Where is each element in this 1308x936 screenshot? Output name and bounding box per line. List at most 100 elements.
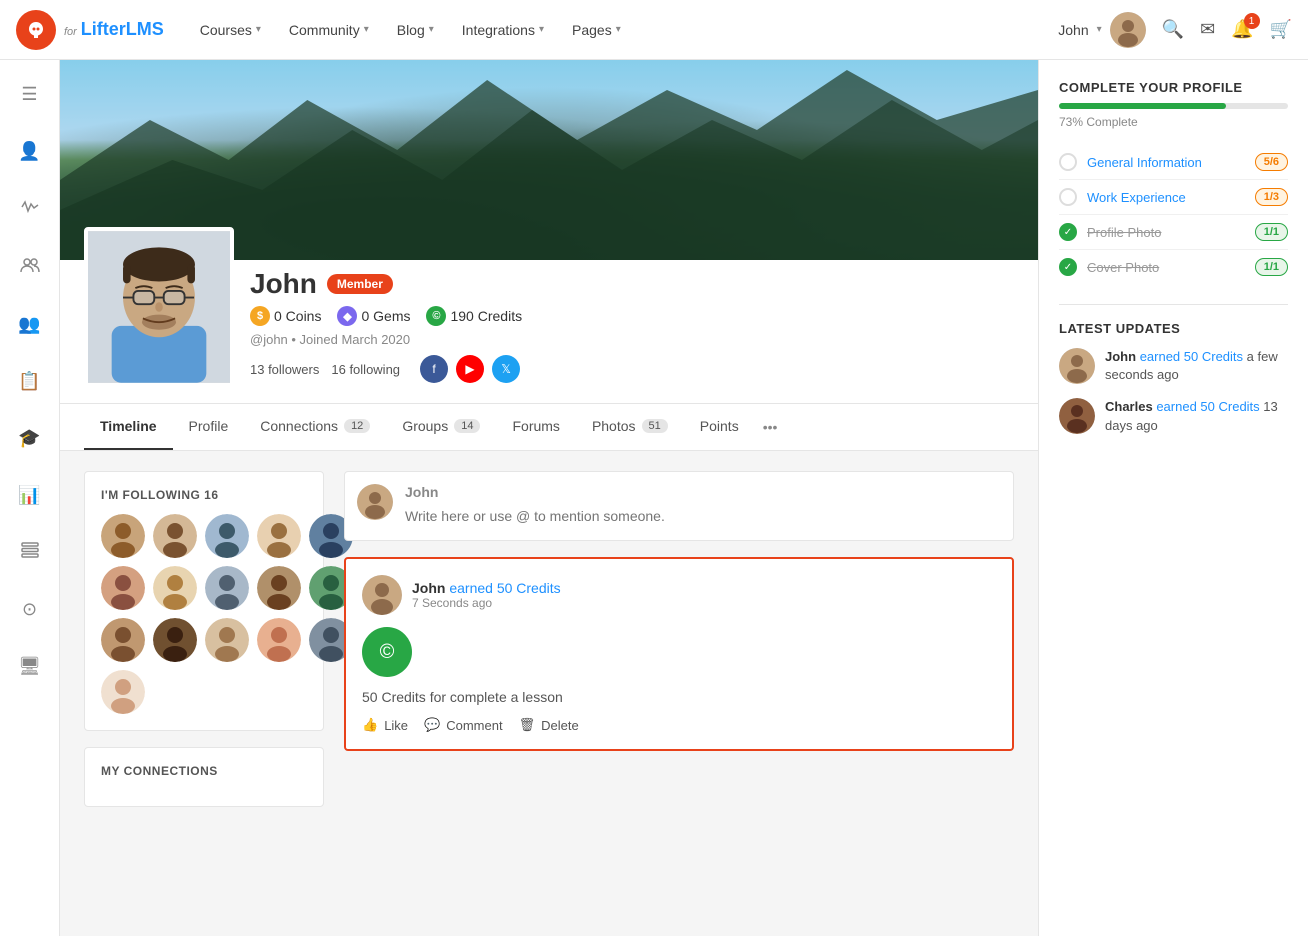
lu-user-1: John xyxy=(1105,349,1136,364)
tab-photos[interactable]: Photos 51 xyxy=(576,404,684,450)
two-col-layout: I'M FOLLOWING 16 xyxy=(60,451,1038,843)
sidebar-person-icon[interactable]: 👤 xyxy=(10,133,48,170)
twitter-icon[interactable]: 𝕏 xyxy=(492,355,520,383)
following-avatar-11[interactable] xyxy=(101,618,145,662)
tab-profile[interactable]: Profile xyxy=(173,404,245,450)
nav-right: John ▾ 🔍 ✉ 🔔 1 🛒 xyxy=(1058,12,1292,48)
sidebar-screen-icon[interactable]: 🖥 xyxy=(10,648,49,685)
tab-connections[interactable]: Connections 12 xyxy=(244,404,386,450)
nav-blog[interactable]: Blog ▾ xyxy=(385,14,446,46)
nav-user-name: John xyxy=(1058,22,1088,38)
sidebar-groups-icon[interactable] xyxy=(12,249,48,286)
sidebar-people-icon[interactable]: 👥 xyxy=(10,306,48,343)
left-column: I'M FOLLOWING 16 xyxy=(84,471,324,823)
cp-item-work[interactable]: Work Experience 1/3 xyxy=(1059,180,1288,215)
tab-timeline[interactable]: Timeline xyxy=(84,404,173,450)
following-avatar-4[interactable] xyxy=(257,514,301,558)
cp-item-photo[interactable]: ✓ Profile Photo 1/1 xyxy=(1059,215,1288,250)
facebook-icon[interactable]: f xyxy=(420,355,448,383)
post-compose: John xyxy=(344,471,1014,541)
lu-text-1: John earned 50 Credits a few seconds ago xyxy=(1105,348,1288,384)
cart-icon[interactable]: 🛒 xyxy=(1270,19,1292,40)
profile-avatar xyxy=(84,227,234,387)
notification-icon[interactable]: 🔔 1 xyxy=(1231,19,1253,40)
lu-action-1[interactable]: earned 50 Credits xyxy=(1140,349,1243,364)
logo[interactable]: for LifterLMS xyxy=(16,10,164,50)
nav-links: Courses ▾ Community ▾ Blog ▾ Integration… xyxy=(188,14,1059,46)
tab-points[interactable]: Points xyxy=(684,404,755,450)
youtube-icon[interactable]: ▶ xyxy=(456,355,484,383)
following-avatar-14[interactable] xyxy=(257,618,301,662)
cp-badge-cover: 1/1 xyxy=(1255,258,1288,276)
following-title: I'M FOLLOWING 16 xyxy=(101,488,307,502)
like-button[interactable]: 👍 Like xyxy=(362,717,408,733)
nav-pages[interactable]: Pages ▾ xyxy=(560,14,633,46)
profile-details: John Member $ 0 Coins ◆ 0 Gems xyxy=(250,268,1014,387)
post-time: 7 Seconds ago xyxy=(412,596,561,610)
main-wrapper: John Member $ 0 Coins ◆ 0 Gems xyxy=(60,60,1308,936)
post-user-name-line: John earned 50 Credits xyxy=(412,580,561,596)
following-avatar-8[interactable] xyxy=(205,566,249,610)
followers-count[interactable]: 13 followers xyxy=(250,362,319,377)
following-avatar-3[interactable] xyxy=(205,514,249,558)
cp-badge-work: 1/3 xyxy=(1255,188,1288,206)
nav-user[interactable]: John ▾ xyxy=(1058,12,1145,48)
tab-forums[interactable]: Forums xyxy=(496,404,575,450)
following-avatar-6[interactable] xyxy=(101,566,145,610)
logo-icon xyxy=(16,10,56,50)
post-header: John earned 50 Credits 7 Seconds ago xyxy=(362,575,996,615)
compose-input[interactable]: John xyxy=(405,484,1001,528)
following-avatar-13[interactable] xyxy=(205,618,249,662)
comment-button[interactable]: 💬 Comment xyxy=(424,717,503,733)
logo-text: for LifterLMS xyxy=(64,19,164,40)
tab-more[interactable]: ••• xyxy=(755,405,786,449)
delete-button[interactable]: 🗑 Delete xyxy=(519,717,579,733)
following-avatar-2[interactable] xyxy=(153,514,197,558)
sidebar-menu-icon[interactable]: ☰ xyxy=(13,76,45,113)
photos-count: 51 xyxy=(642,419,668,433)
post-actions: 👍 Like 💬 Comment 🗑 Delete xyxy=(362,717,996,733)
nav-community[interactable]: Community ▾ xyxy=(277,14,381,46)
search-icon[interactable]: 🔍 xyxy=(1162,19,1184,40)
cp-badge-general: 5/6 xyxy=(1255,153,1288,171)
sidebar-graduation-icon[interactable]: 🎓 xyxy=(10,420,48,457)
nav-avatar xyxy=(1110,12,1146,48)
profile-social: 13 followers 16 following f ▶ 𝕏 xyxy=(250,355,1014,383)
following-count[interactable]: 16 following xyxy=(331,362,400,377)
nav-courses[interactable]: Courses ▾ xyxy=(188,14,273,46)
tab-groups[interactable]: Groups 14 xyxy=(386,404,496,450)
credits-label: 190 Credits xyxy=(450,308,522,324)
post-credit-badge: © xyxy=(362,627,412,677)
connections-count: 12 xyxy=(344,419,370,433)
connections-box: MY CONNECTIONS xyxy=(84,747,324,807)
cp-title: COMPLETE YOUR PROFILE xyxy=(1059,80,1288,95)
notification-badge: 1 xyxy=(1244,13,1260,29)
cp-item-general[interactable]: General Information 5/6 xyxy=(1059,145,1288,180)
following-avatar-1[interactable] xyxy=(101,514,145,558)
like-label: Like xyxy=(384,718,408,733)
sidebar-tasks-icon[interactable] xyxy=(13,534,47,571)
comment-icon: 💬 xyxy=(424,717,440,733)
comment-label: Comment xyxy=(446,718,502,733)
following-avatar-16[interactable] xyxy=(101,670,145,714)
mail-icon[interactable]: ✉ xyxy=(1200,19,1215,40)
lu-avatar-john xyxy=(1059,348,1095,384)
nav-integrations[interactable]: Integrations ▾ xyxy=(450,14,556,46)
sidebar-list-icon[interactable]: 📋 xyxy=(10,363,48,400)
gems-item: ◆ 0 Gems xyxy=(337,306,410,326)
lu-action-2[interactable]: earned 50 Credits xyxy=(1156,399,1259,414)
following-avatar-7[interactable] xyxy=(153,566,197,610)
sidebar-chart-icon[interactable]: 📊 xyxy=(10,477,48,514)
following-avatar-9[interactable] xyxy=(257,566,301,610)
sidebar-activity-icon[interactable] xyxy=(13,190,47,229)
lu-item-1: John earned 50 Credits a few seconds ago xyxy=(1059,348,1288,384)
cp-item-cover[interactable]: ✓ Cover Photo 1/1 xyxy=(1059,250,1288,284)
coins-item: $ 0 Coins xyxy=(250,306,321,326)
sidebar-circle-icon[interactable]: ⊙ xyxy=(14,591,45,628)
cp-label-photo: Profile Photo xyxy=(1087,225,1245,240)
compose-avatar xyxy=(357,484,393,520)
post-credit-icon: © xyxy=(380,641,395,664)
gem-icon: ◆ xyxy=(337,306,357,326)
following-avatar-12[interactable] xyxy=(153,618,197,662)
compose-text-input[interactable] xyxy=(405,504,1001,528)
